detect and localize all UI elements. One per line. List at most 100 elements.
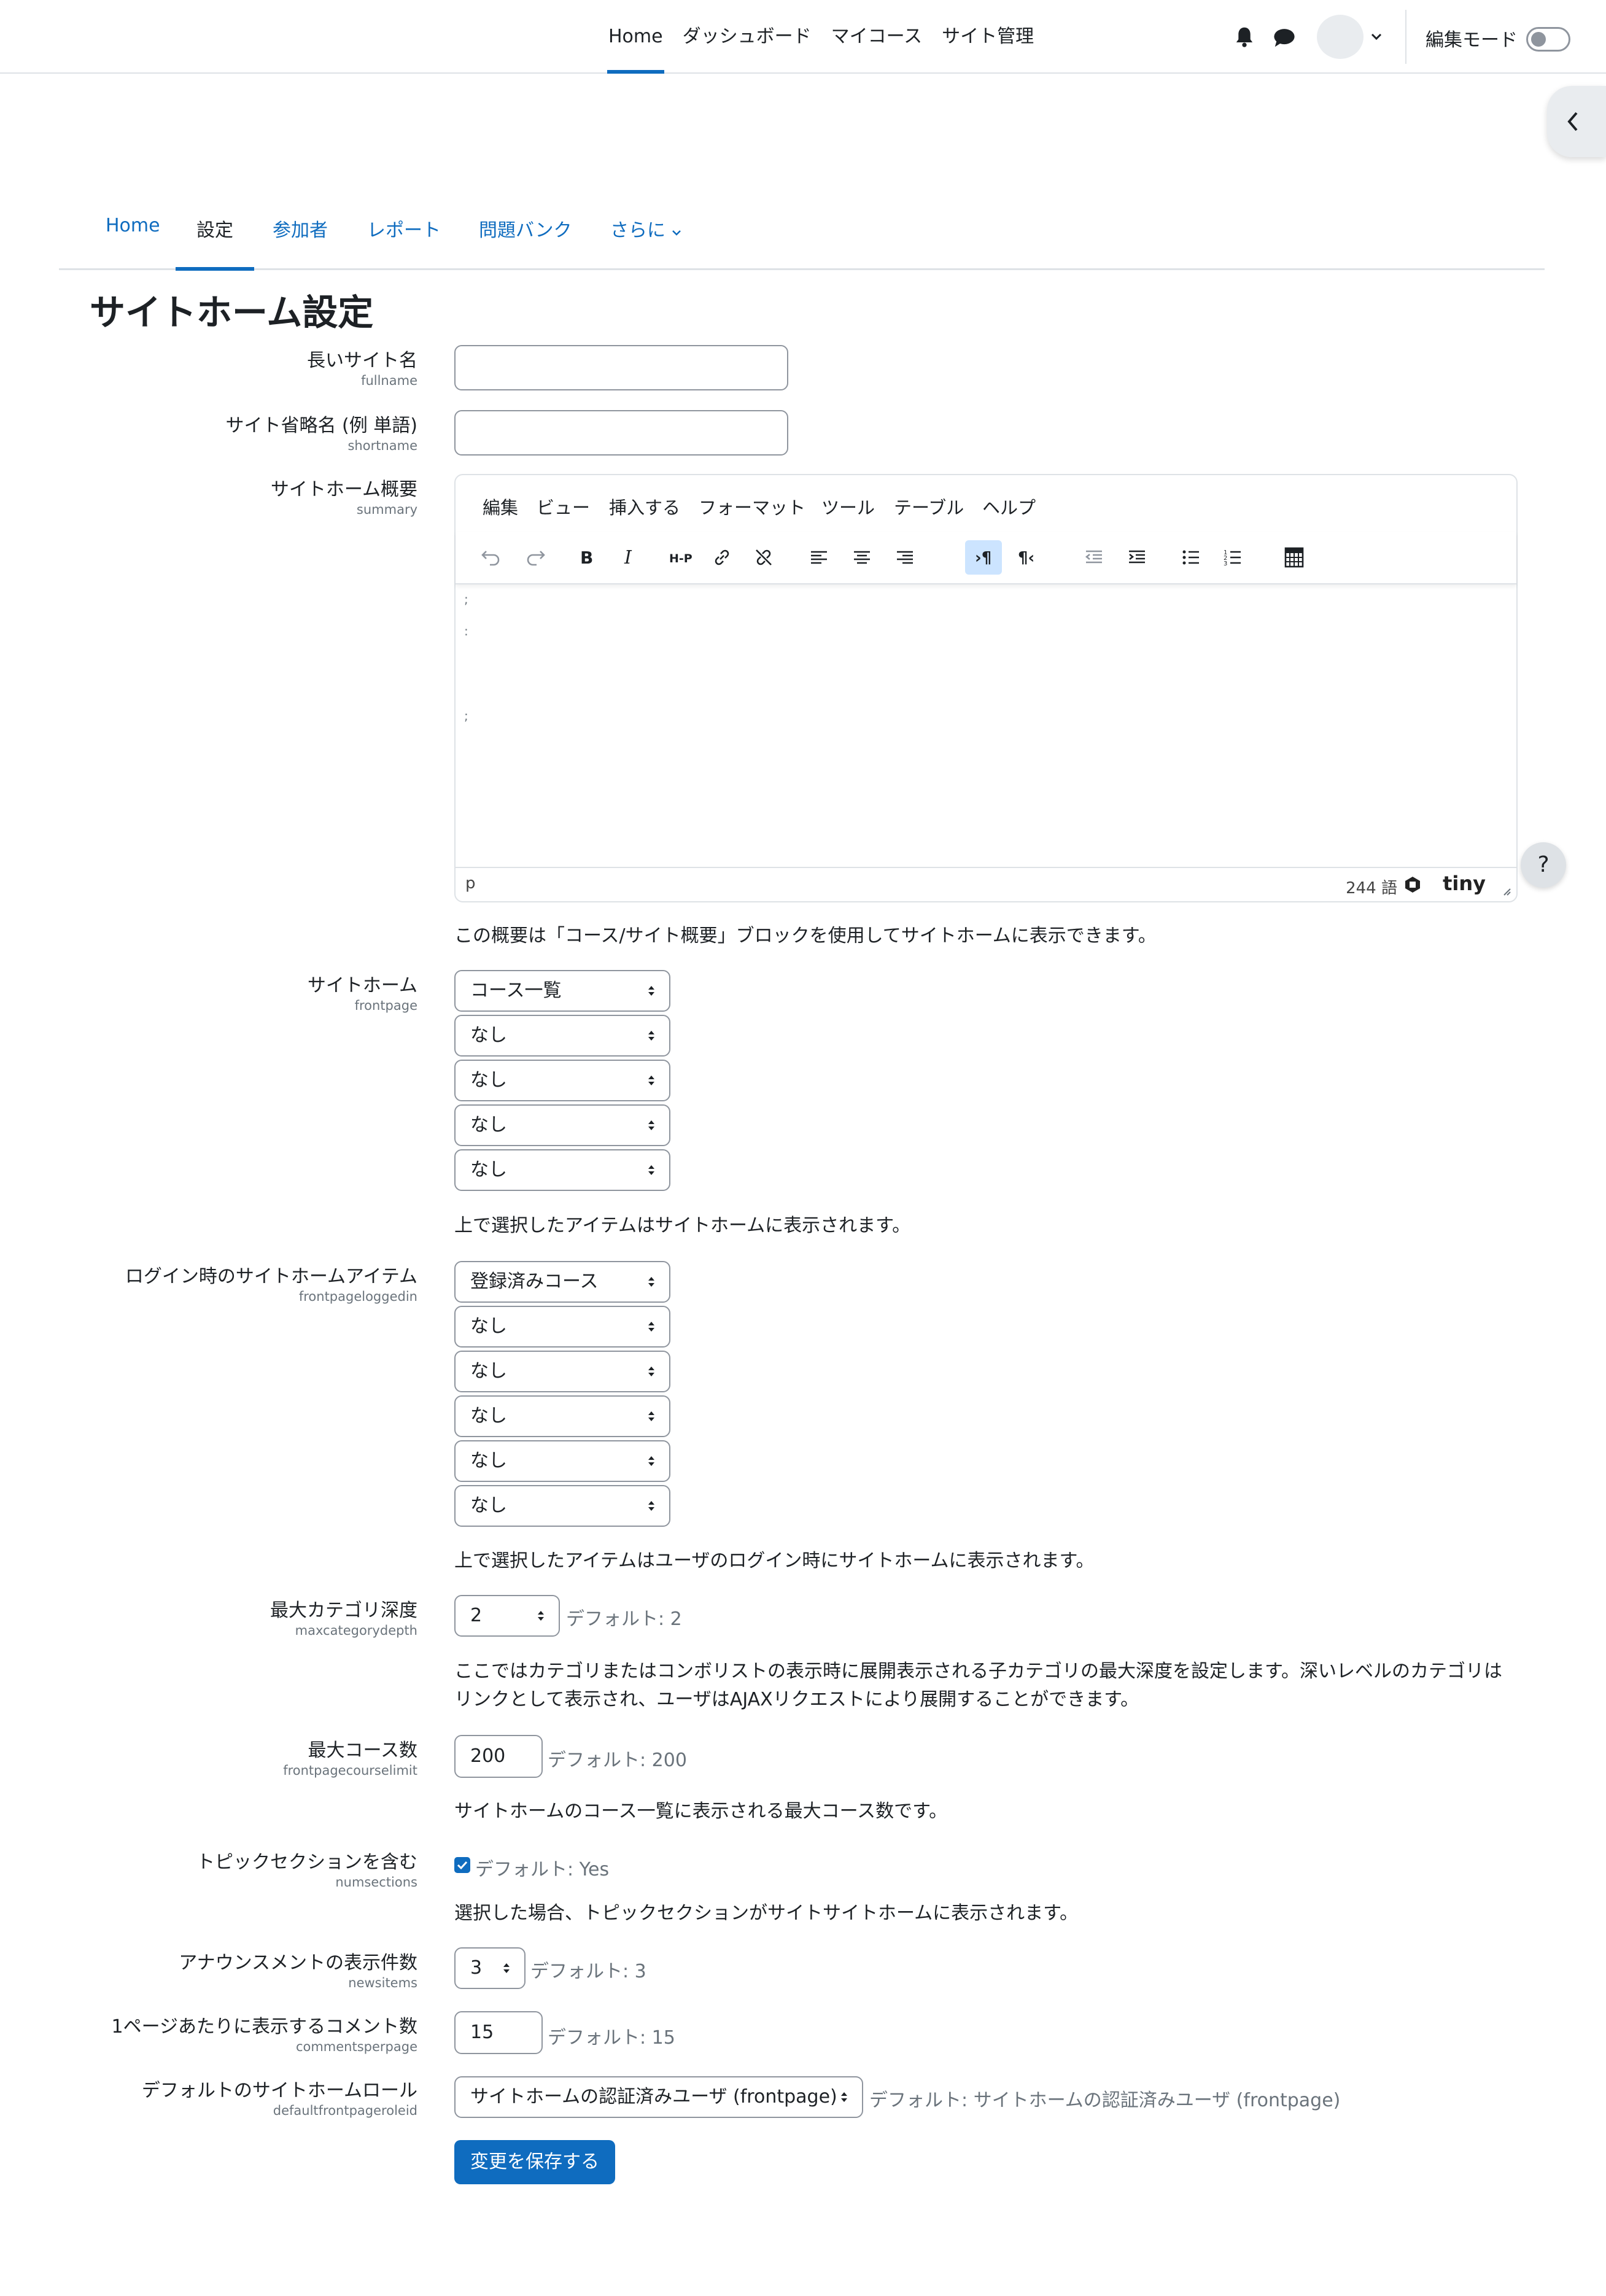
menu-table[interactable]: テーブル — [894, 494, 964, 519]
edit-mode-label: 編集モード — [1426, 29, 1518, 51]
frontpage-select-4[interactable]: なし — [454, 1104, 670, 1146]
editor-menubar: 編集 ビュー 挿入する フォーマット ツール テーブル ヘルプ — [456, 475, 1516, 532]
chevron-down-icon[interactable] — [1370, 32, 1383, 42]
fullname-input[interactable] — [454, 345, 788, 390]
shortname-input[interactable] — [454, 410, 788, 456]
help-button[interactable]: ? — [1521, 842, 1566, 888]
checkmark-icon — [457, 1861, 468, 1870]
fullname-setting-name: fullname — [361, 373, 417, 388]
select-value: 2 — [470, 1605, 483, 1626]
select-value: なし — [470, 1450, 507, 1472]
frontpageloggedin-label: ログイン時のサイトホームアイテム — [125, 1266, 417, 1287]
commentsperpage-default: デフォルト: 15 — [548, 2027, 675, 2049]
svg-text:H-P: H-P — [669, 552, 692, 565]
numbered-list-button[interactable]: 123 — [1214, 540, 1251, 575]
menu-insert[interactable]: 挿入する — [609, 494, 680, 519]
loggedin-select-6[interactable]: なし — [454, 1485, 670, 1527]
numsections-checkbox[interactable] — [454, 1857, 470, 1873]
numsections-setting-name: numsections — [335, 1875, 417, 1890]
bold-button[interactable]: B — [567, 540, 604, 575]
align-center-button[interactable] — [844, 540, 880, 575]
newsitems-select[interactable]: 3 — [454, 1947, 526, 1989]
tab-reports[interactable]: レポート — [367, 215, 441, 269]
loggedin-select-2[interactable]: なし — [454, 1306, 670, 1348]
element-path[interactable]: p — [465, 874, 476, 893]
select-value: なし — [470, 1114, 507, 1136]
loggedin-select-3[interactable]: なし — [454, 1351, 670, 1392]
commentsperpage-input[interactable]: 15 — [454, 2011, 543, 2054]
tiny-logo-icon — [1405, 877, 1420, 893]
frontpagecourselimit-input[interactable]: 200 — [454, 1735, 543, 1778]
select-arrows-icon — [648, 1322, 654, 1332]
align-left-button[interactable] — [801, 540, 837, 575]
word-count[interactable]: 244 語 — [1346, 875, 1397, 898]
tab-more[interactable]: さらに — [610, 215, 681, 269]
tab-settings[interactable]: 設定 — [176, 215, 254, 271]
nav-my-courses[interactable]: マイコース — [821, 0, 933, 74]
menu-format[interactable]: フォーマット — [699, 494, 805, 519]
frontpage-help-text: 上で選択したアイテムはサイトホームに表示されます。 — [454, 1215, 911, 1236]
frontpage-select-1[interactable]: コース一覧 — [454, 970, 670, 1012]
tab-home[interactable]: Home — [106, 215, 160, 269]
select-value: なし — [470, 1495, 507, 1516]
link-icon — [715, 549, 729, 565]
select-arrows-icon — [648, 1031, 654, 1041]
primary-navigation: Home ダッシュボード マイコース サイト管理 — [599, 0, 1044, 74]
bullet-list-button[interactable] — [1173, 540, 1209, 575]
bell-icon[interactable] — [1234, 26, 1255, 48]
summary-editor-content[interactable]: ; : ; — [456, 586, 1516, 868]
frontpage-select-5[interactable]: なし — [454, 1149, 670, 1191]
defaultfrontpageroleid-default: デフォルト: サイトホームの認証済みユーザ (frontpage) — [869, 2090, 1341, 2111]
shortname-setting-name: shortname — [347, 438, 417, 453]
defaultfrontpageroleid-label: デフォルトのサイトホームロール — [141, 2080, 417, 2101]
menu-view[interactable]: ビュー — [537, 494, 590, 519]
chat-icon[interactable] — [1273, 27, 1295, 48]
edit-mode-toggle[interactable] — [1526, 27, 1570, 52]
nav-dashboard[interactable]: ダッシュボード — [673, 0, 821, 74]
undo-button[interactable] — [473, 540, 510, 575]
select-arrows-icon — [648, 986, 654, 996]
fullname-label: 長いサイト名 — [307, 350, 417, 371]
open-drawer-button[interactable] — [1547, 86, 1606, 157]
link-button[interactable] — [704, 540, 740, 575]
maxcategorydepth-select[interactable]: 2 — [454, 1595, 560, 1637]
align-left-icon — [811, 551, 827, 564]
equation-button[interactable] — [1276, 540, 1313, 575]
ltr-button[interactable]: ›¶ — [965, 540, 1002, 575]
tab-question-bank[interactable]: 問題バンク — [479, 215, 572, 269]
frontpage-select-3[interactable]: なし — [454, 1060, 670, 1101]
rtl-button[interactable]: ¶‹ — [1009, 540, 1046, 575]
align-right-icon — [897, 551, 913, 564]
summary-setting-name: summary — [356, 502, 417, 517]
menu-edit[interactable]: 編集 — [483, 494, 518, 519]
redo-button[interactable] — [517, 540, 554, 575]
align-right-button[interactable] — [886, 540, 923, 575]
resize-handle-icon[interactable] — [1499, 884, 1511, 896]
nav-home[interactable]: Home — [599, 0, 673, 74]
tab-participants[interactable]: 参加者 — [273, 215, 328, 269]
tiny-brand[interactable]: tiny — [1443, 872, 1486, 895]
menu-tools[interactable]: ツール — [821, 494, 875, 519]
select-value: 3 — [470, 1957, 483, 1979]
numsections-label: トピックセクションを含む — [196, 1852, 417, 1873]
nav-site-admin[interactable]: サイト管理 — [932, 0, 1044, 74]
maxcategorydepth-default: デフォルト: 2 — [566, 1608, 682, 1630]
outdent-button[interactable] — [1076, 540, 1112, 575]
defaultfrontpageroleid-select[interactable]: サイトホームの認証済みユーザ (frontpage) — [454, 2076, 863, 2118]
newsitems-setting-name: newsitems — [348, 1976, 417, 1990]
loggedin-select-5[interactable]: なし — [454, 1440, 670, 1482]
menu-help[interactable]: ヘルプ — [982, 494, 1036, 519]
frontpage-select-2[interactable]: なし — [454, 1015, 670, 1057]
maxcategorydepth-setting-name: maxcategorydepth — [295, 1623, 417, 1638]
h5p-button[interactable]: H-P — [662, 540, 699, 575]
loggedin-select-1[interactable]: 登録済みコース — [454, 1261, 670, 1303]
frontpagecourselimit-label: 最大コース数 — [308, 1740, 418, 1761]
save-changes-button[interactable]: 変更を保存する — [454, 2140, 615, 2184]
loggedin-select-4[interactable]: なし — [454, 1395, 670, 1437]
frontpageloggedin-setting-name: frontpageloggedin — [298, 1289, 417, 1304]
indent-button[interactable] — [1119, 540, 1155, 575]
unlink-button[interactable] — [745, 540, 782, 575]
user-avatar[interactable] — [1317, 15, 1364, 59]
italic-button[interactable]: I — [610, 540, 647, 575]
redo-icon — [527, 551, 545, 566]
